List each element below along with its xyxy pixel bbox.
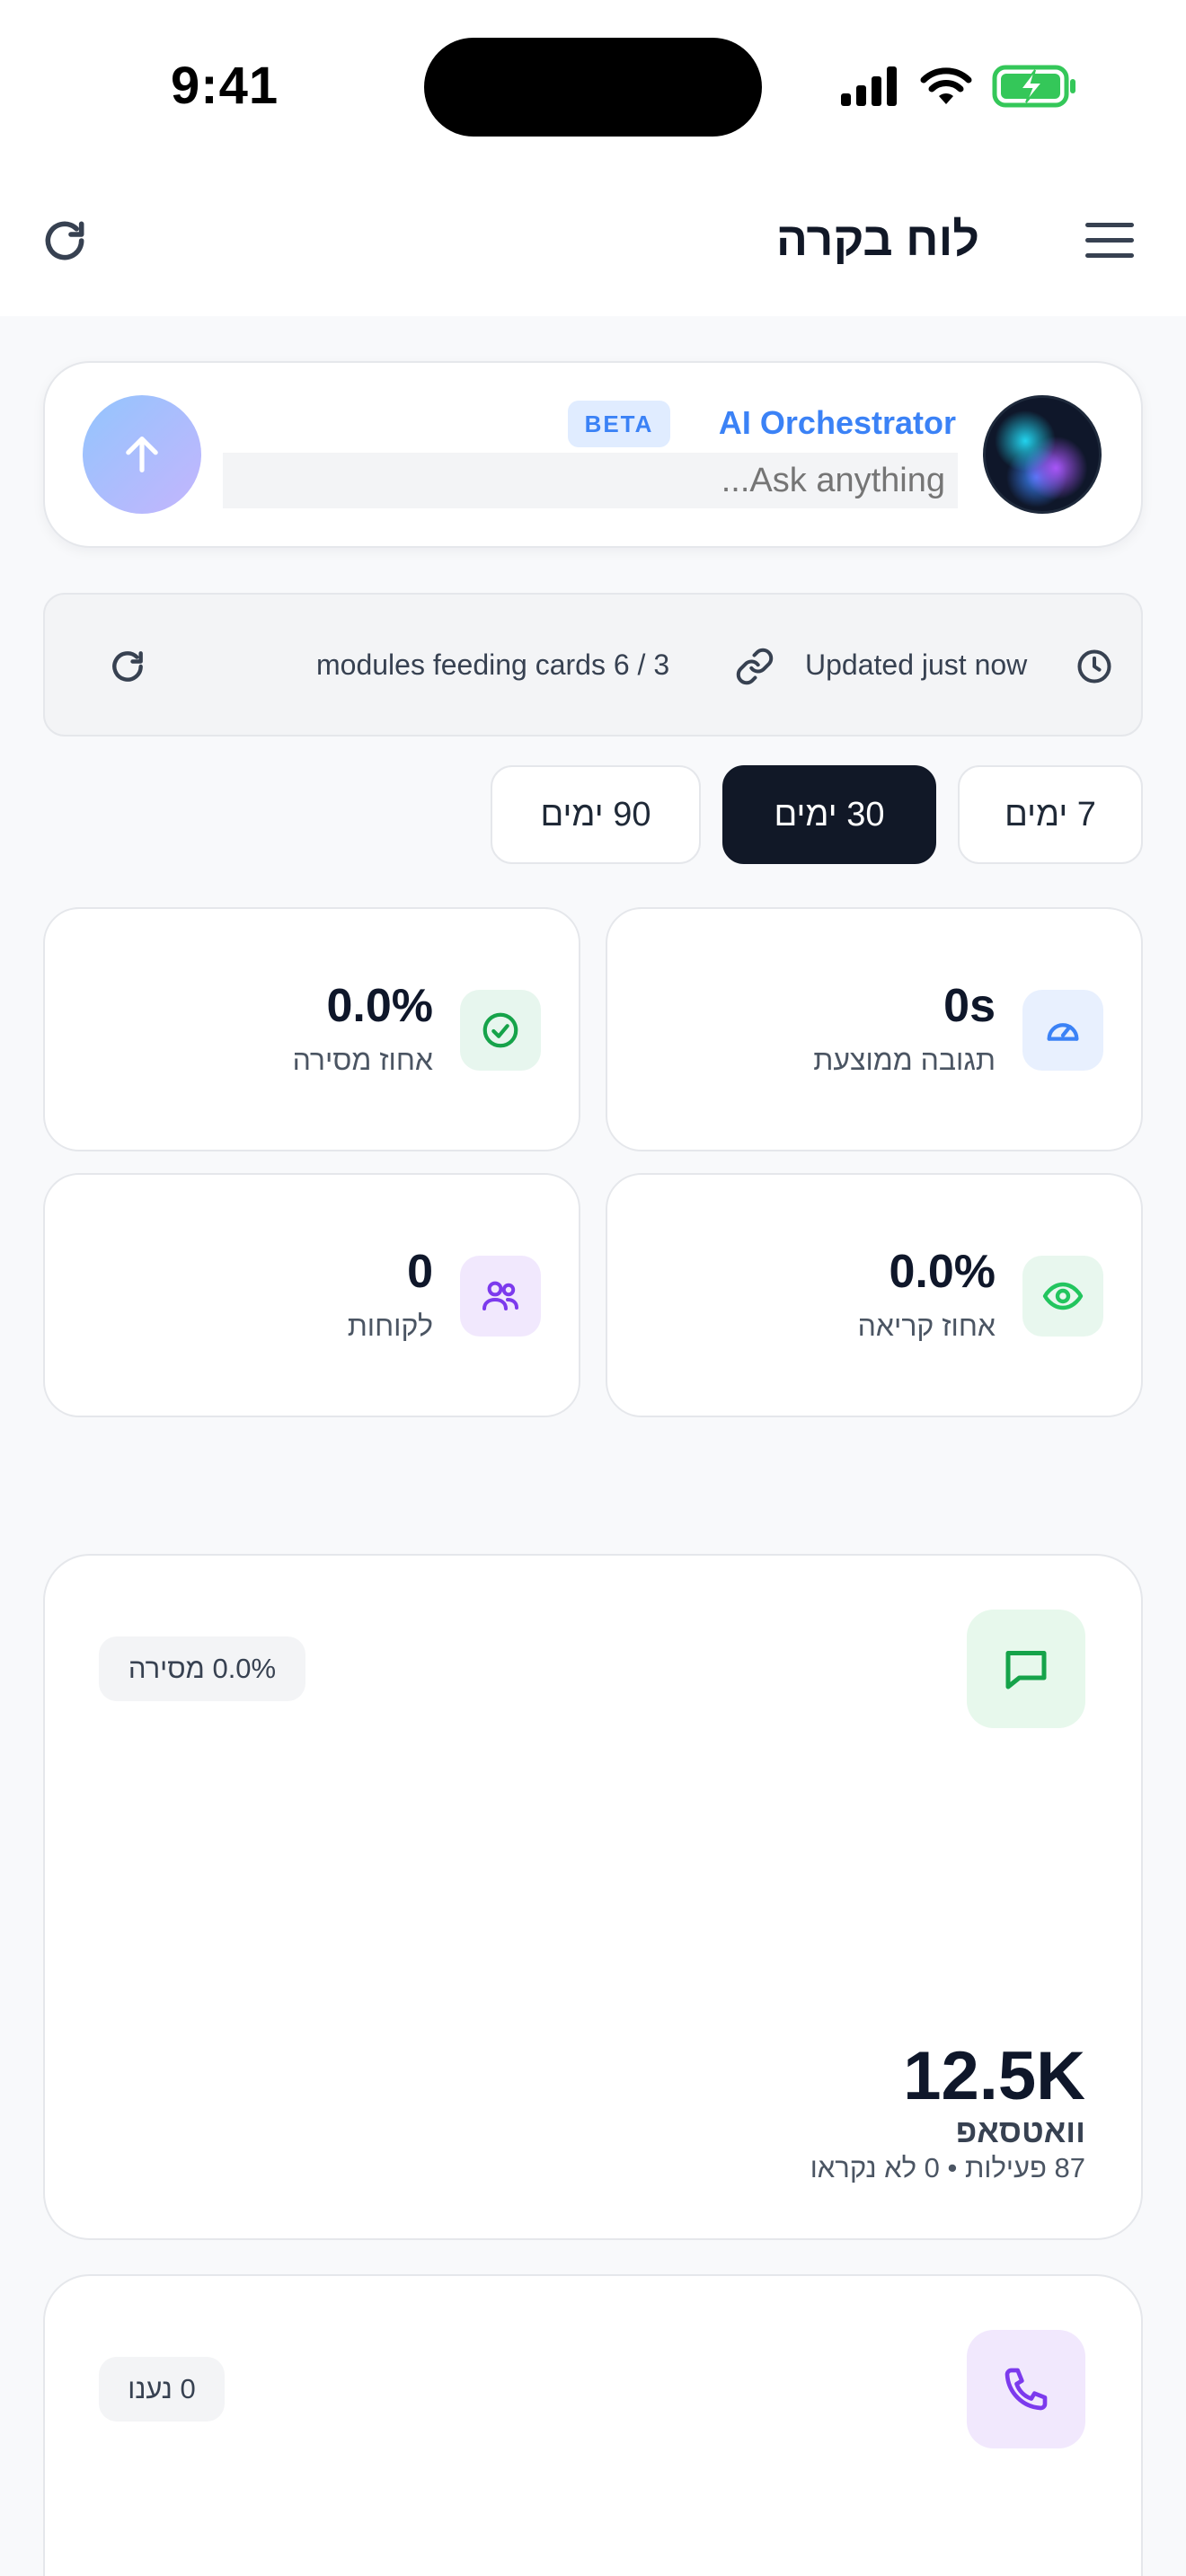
kpi-value: 0.0% <box>889 1246 996 1298</box>
kpi-label: אחוז מסירה <box>292 1044 433 1076</box>
gauge-icon <box>1022 990 1103 1071</box>
kpi-label: תגובה ממוצעת <box>813 1044 996 1076</box>
message-square-icon <box>967 1610 1085 1728</box>
signal-icon <box>839 66 902 106</box>
whatsapp-total-value: 12.5K <box>903 2038 1085 2114</box>
send-button[interactable] <box>83 395 201 514</box>
check-circle-icon <box>460 990 541 1071</box>
beta-badge: BETA <box>568 401 670 447</box>
app-header <box>0 171 1186 316</box>
wifi-icon <box>918 63 974 106</box>
users-icon <box>460 1256 541 1337</box>
answered-pill: 0 נענו <box>99 2357 225 2422</box>
hamburger-menu-icon[interactable] <box>1084 221 1136 260</box>
range-tab-30[interactable]: 30 ימים <box>722 765 936 864</box>
status-time: 9:41 <box>171 57 279 115</box>
kpi-value: 0s <box>943 980 996 1032</box>
kpi-label: לקוחות <box>347 1310 433 1342</box>
battery-charging-icon <box>992 65 1078 108</box>
whatsapp-title: וואטסאפ <box>955 2113 1085 2149</box>
refresh-icon[interactable] <box>40 216 90 266</box>
kpi-value: 0 <box>407 1246 433 1298</box>
ai-orchestrator-title: AI Orchestrator <box>718 404 956 441</box>
ai-avatar-orb <box>983 395 1102 514</box>
modules-feeding-text: modules feeding cards 6 / 3 <box>316 648 670 681</box>
updated-text: Updated just now <box>805 648 1028 681</box>
range-tab-7[interactable]: 7 ימים <box>958 765 1143 864</box>
whatsapp-subtitle: 87 פעילות • 0 לא נקראו <box>810 2152 1085 2183</box>
eye-icon <box>1022 1256 1103 1337</box>
ai-prompt-input[interactable] <box>223 453 958 508</box>
status-refresh-icon[interactable] <box>108 647 147 686</box>
kpi-label: אחוז קריאה <box>857 1310 996 1342</box>
arrow-up-icon <box>126 437 158 472</box>
range-tab-90[interactable]: 90 ימים <box>491 765 701 864</box>
phone-icon <box>967 2330 1085 2448</box>
dynamic-island <box>424 38 762 137</box>
kpi-value: 0.0% <box>326 980 433 1032</box>
page-title: לוח בקרה <box>775 214 979 266</box>
clock-icon <box>1075 647 1114 686</box>
delivery-pill: 0.0% מסירה <box>99 1636 305 1701</box>
link-icon <box>735 647 774 686</box>
